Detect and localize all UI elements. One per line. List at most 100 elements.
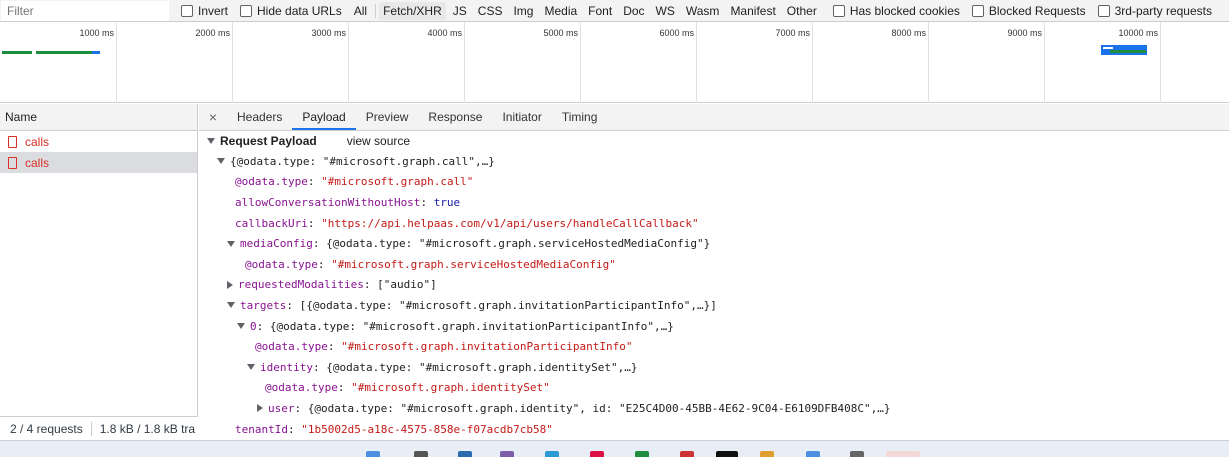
tree-leaf: @odata.type: "#microsoft.graph.call" [235, 175, 474, 189]
type-filter-wasm[interactable]: Wasm [682, 2, 724, 20]
app-icon[interactable] [414, 451, 428, 457]
grid-divider [812, 22, 813, 103]
filter-input[interactable] [1, 0, 169, 21]
tree-key: mediaConfig [240, 237, 313, 251]
app-icon[interactable] [886, 451, 920, 457]
timeline-bar [2, 51, 32, 54]
network-overview[interactable]: 1000 ms 2000 ms 3000 ms 4000 ms 5000 ms … [0, 22, 1229, 103]
app-icon[interactable] [760, 451, 774, 457]
request-list: Name calls calls 2 / 4 requests 1.8 kB /… [0, 104, 198, 440]
app-icon[interactable] [366, 451, 380, 457]
list-item[interactable]: calls [0, 152, 197, 173]
checkbox-icon [1097, 4, 1110, 17]
os-taskbar [0, 440, 1229, 457]
request-name: calls [25, 134, 50, 149]
triangle-down-icon [227, 302, 235, 309]
tree-node-target-0[interactable]: 0: {@odata.type: "#microsoft.graph.invit… [207, 316, 1229, 337]
timeline-label: 4000 ms [427, 28, 462, 38]
invert-checkbox[interactable]: Invert [181, 4, 228, 18]
tree-leaf: @odata.type: "#microsoft.graph.identityS… [265, 381, 550, 395]
timeline-label: 8000 ms [891, 28, 926, 38]
triangle-down-icon [247, 364, 255, 371]
tab-preview[interactable]: Preview [356, 104, 419, 130]
tree-summary: {@odata.type: "#microsoft.graph.identity… [307, 401, 891, 415]
tree-summary: {@odata.type: "#microsoft.graph.identity… [326, 360, 638, 374]
section-title: Request Payload [220, 134, 317, 148]
hide-data-urls-checkbox[interactable]: Hide data URLs [240, 4, 342, 18]
app-icon[interactable] [590, 451, 604, 457]
timeline-label: 3000 ms [311, 28, 346, 38]
grid-divider [580, 22, 581, 103]
blocked-cookies-checkbox[interactable]: Has blocked cookies [832, 3, 960, 18]
app-icon[interactable] [716, 451, 738, 457]
type-filter-all[interactable]: All [350, 2, 371, 20]
type-filter-js[interactable]: JS [449, 2, 471, 20]
type-filter-manifest[interactable]: Manifest [726, 2, 779, 20]
timeline-bar [36, 51, 92, 54]
timeline-bar [1103, 47, 1113, 49]
tab-initiator[interactable]: Initiator [492, 104, 551, 130]
request-name: calls [25, 155, 50, 170]
app-icon[interactable] [500, 451, 514, 457]
app-icon[interactable] [850, 451, 864, 457]
grid-divider [464, 22, 465, 103]
triangle-down-icon [227, 240, 235, 247]
filter-toolbar: Invert Hide data URLs All Fetch/XHR JS C… [0, 0, 1229, 22]
detail-tabs: × Headers Payload Preview Response Initi… [199, 104, 1229, 131]
tree-node-root[interactable]: {@odata.type: "#microsoft.graph.call",…} [207, 151, 1229, 172]
tab-headers[interactable]: Headers [227, 104, 292, 130]
timeline-label: 6000 ms [659, 28, 694, 38]
type-filter-doc[interactable]: Doc [619, 2, 648, 20]
request-payload-section[interactable]: Request Payload view source [207, 131, 1229, 151]
type-filter-other[interactable]: Other [783, 2, 821, 20]
blocked-cookies-label: Has blocked cookies [849, 3, 960, 18]
close-icon[interactable]: × [199, 104, 227, 130]
tree-node-requested-modalities[interactable]: requestedModalities: ["audio"] [207, 275, 1229, 296]
tab-response[interactable]: Response [418, 104, 492, 130]
type-filter-img[interactable]: Img [509, 2, 537, 20]
app-icon[interactable] [458, 451, 472, 457]
app-icon[interactable] [635, 451, 649, 457]
tree-node-targets[interactable]: targets: [{@odata.type: "#microsoft.grap… [207, 295, 1229, 316]
tree-key: identity [260, 360, 313, 374]
third-party-label: 3rd-party requests [1114, 3, 1212, 18]
app-icon[interactable] [545, 451, 559, 457]
tab-payload[interactable]: Payload [292, 104, 356, 130]
tree-value: "#microsoft.graph.invitationParticipantI… [341, 340, 633, 354]
third-party-checkbox[interactable]: 3rd-party requests [1097, 3, 1212, 18]
status-bar: 2 / 4 requests 1.8 kB / 1.8 kB tra [0, 416, 198, 440]
tree-value: "#microsoft.graph.call" [321, 175, 474, 189]
tree-node-user[interactable]: user: {@odata.type: "#microsoft.graph.id… [207, 398, 1229, 419]
tree-value: "1b5002d5-a18c-4575-858e-f07acdb7cb58" [301, 422, 553, 436]
tree-key: tenantId [235, 422, 288, 436]
tree-summary: ["audio"] [377, 278, 437, 292]
app-icon[interactable] [680, 451, 694, 457]
type-filter-fetch-xhr[interactable]: Fetch/XHR [379, 1, 446, 20]
checkbox-icon [240, 4, 253, 17]
tree-node-identity[interactable]: identity: {@odata.type: "#microsoft.grap… [207, 357, 1229, 378]
type-filter-font[interactable]: Font [584, 2, 616, 20]
name-column-header[interactable]: Name [0, 104, 197, 131]
view-source-link[interactable]: view source [347, 134, 410, 148]
request-count: 2 / 4 requests [0, 421, 92, 436]
type-filter-media[interactable]: Media [540, 2, 581, 20]
divider [375, 3, 377, 18]
list-item[interactable]: calls [0, 131, 197, 152]
type-filter-ws[interactable]: WS [652, 2, 679, 20]
timeline-label: 1000 ms [79, 28, 114, 38]
timeline-label: 10000 ms [1118, 28, 1158, 38]
tab-timing[interactable]: Timing [552, 104, 608, 130]
triangle-right-icon [227, 280, 233, 289]
grid-divider [1160, 22, 1161, 103]
tree-key: user [268, 401, 295, 415]
app-icon[interactable] [806, 451, 820, 457]
tree-node-media-config[interactable]: mediaConfig: {@odata.type: "#microsoft.g… [207, 233, 1229, 254]
tree-leaf: callbackUri: "https://api.helpaas.com/v1… [235, 216, 699, 230]
hide-data-urls-label: Hide data URLs [257, 3, 342, 18]
blocked-requests-checkbox[interactable]: Blocked Requests [971, 4, 1086, 18]
tree-key: targets [240, 298, 287, 312]
tree-key: callbackUri [235, 216, 308, 230]
type-filter-css[interactable]: CSS [474, 2, 507, 20]
grid-divider [1044, 22, 1045, 103]
tree-key: requestedModalities [238, 278, 364, 292]
